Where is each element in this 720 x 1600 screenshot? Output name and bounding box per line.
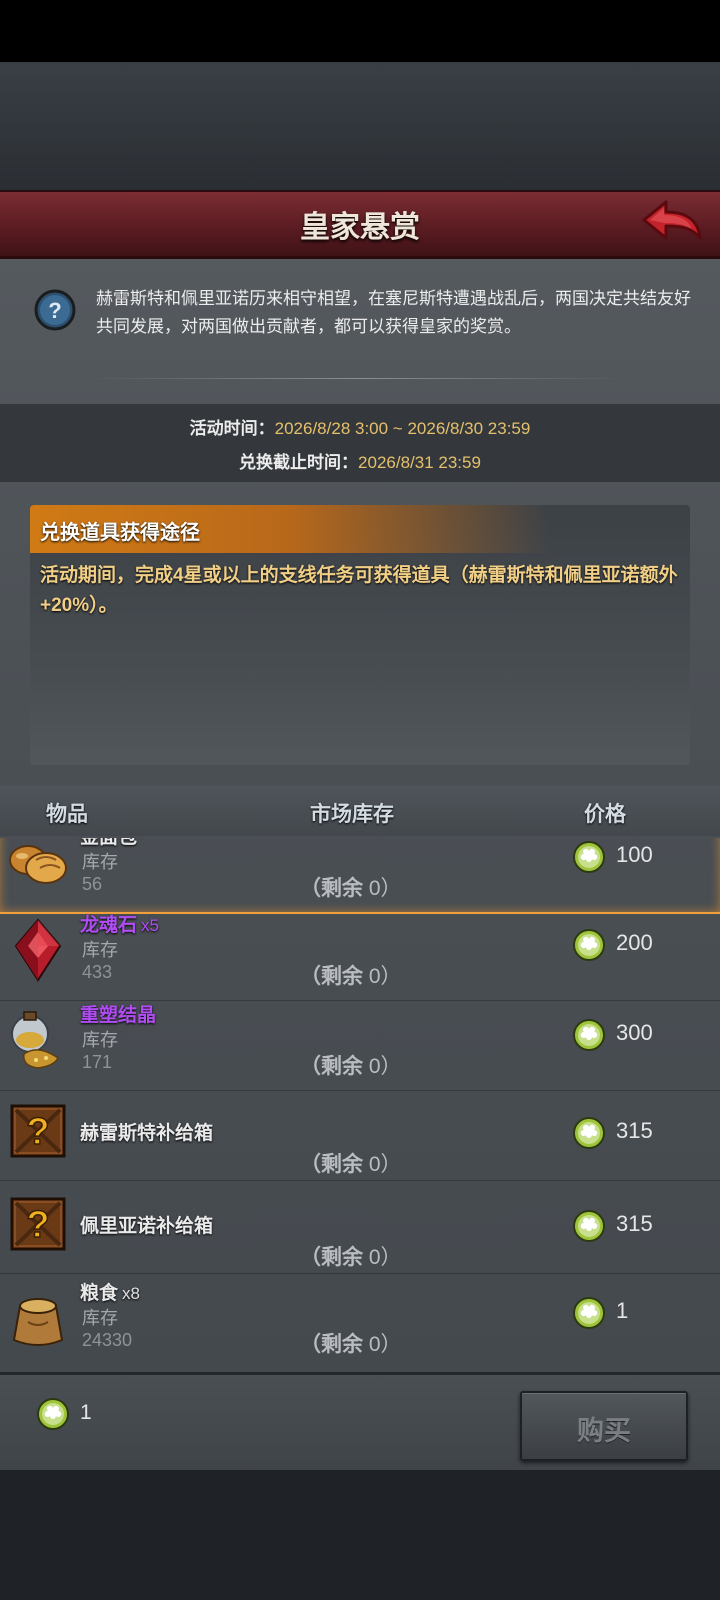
stock-value: 171	[82, 1052, 113, 1072]
svg-text:?: ?	[26, 1111, 49, 1153]
divider	[88, 378, 628, 379]
how-to-obtain-header: 兑换道具获得途径	[30, 505, 550, 553]
stock-label: 库存	[82, 940, 118, 960]
column-price: 价格	[584, 803, 626, 826]
item-price: 315	[616, 1211, 653, 1236]
stock-label: 库存	[82, 1030, 118, 1050]
page-title: 皇家悬赏	[300, 211, 420, 244]
buy-button-label: 购买	[577, 1416, 631, 1446]
stock-value: 56	[82, 874, 103, 894]
exchange-deadline-value: 2026/8/31 23:59	[358, 453, 481, 472]
status-bar-area	[0, 0, 720, 62]
list-item[interactable]: 金面包 库存 56 （剩余 0） 100	[0, 838, 720, 914]
buy-button[interactable]: 购买	[520, 1391, 688, 1461]
how-to-obtain-text: 活动期间，完成4星或以上的支线任务可获得道具（赫雷斯特和佩里亚诺额外+20%）。	[40, 565, 678, 616]
intro-section: ? 赫雷斯特和佩里亚诺历来相守相望，在塞尼斯特遭遇战乱后，两国决定共结友好共同发…	[30, 285, 691, 345]
list-item[interactable]: 粮食 x8 库存 24330 （剩余 0） 1	[0, 1278, 720, 1366]
clover-coin-icon	[573, 929, 605, 961]
column-item: 物品	[46, 803, 88, 826]
red-crystal-icon	[14, 918, 62, 982]
item-list[interactable]: 金面包 库存 56 （剩余 0） 100 龙魂石x5 库存 433 （剩余 0）…	[0, 838, 720, 1366]
list-item[interactable]: 重塑结晶 库存 171 （剩余 0） 300	[0, 1000, 720, 1091]
column-market-stock: 市场库存	[310, 803, 394, 826]
mystery-crate-icon: ?	[10, 1197, 66, 1251]
item-name: 重塑结晶	[80, 1005, 157, 1026]
bottom-background	[0, 1470, 720, 1600]
clover-coin-icon	[37, 1398, 69, 1430]
back-arrow-icon[interactable]	[636, 198, 706, 250]
list-item[interactable]: ? 赫雷斯特补给箱 （剩余 0） 315	[0, 1090, 720, 1181]
item-name: 粮食 x8	[80, 1283, 140, 1304]
table-header: 物品 市场库存 价格	[0, 786, 720, 836]
help-icon[interactable]: ?	[34, 289, 76, 331]
activity-time-label: 活动时间：	[189, 419, 275, 438]
wallet-balance: 1	[80, 1401, 92, 1424]
activity-time-value: 2026/8/28 3:00 ~ 2026/8/30 23:59	[274, 419, 531, 438]
item-price: 300	[616, 1020, 653, 1045]
list-item[interactable]: ? 佩里亚诺补给箱 （剩余 0） 315	[0, 1183, 720, 1274]
clover-coin-icon	[573, 1297, 605, 1329]
how-to-obtain-title: 兑换道具获得途径	[40, 522, 200, 544]
title-bar: 皇家悬赏	[0, 190, 720, 259]
item-name: 赫雷斯特补给箱	[80, 1123, 214, 1144]
exchange-deadline-label: 兑换截止时间：	[239, 453, 359, 472]
clover-coin-icon	[573, 841, 605, 873]
stock-label: 库存	[82, 1308, 118, 1328]
item-price: 200	[616, 930, 653, 955]
clover-coin-icon	[573, 1210, 605, 1242]
stock-label: 库存	[82, 852, 118, 872]
remaining-stock: （剩余 0）	[300, 1333, 402, 1356]
clover-coin-icon	[573, 1117, 605, 1149]
gold-dust-flask-icon	[11, 1011, 59, 1069]
item-name: 佩里亚诺补给箱	[80, 1216, 214, 1237]
remaining-stock: （剩余 0）	[300, 1153, 402, 1176]
intro-text: 赫雷斯特和佩里亚诺历来相守相望，在塞尼斯特遭遇战乱后，两国决定共结友好共同发展，…	[96, 289, 691, 336]
activity-time-row: 活动时间：2026/8/28 3:00 ~ 2026/8/30 23:59	[0, 414, 720, 439]
how-to-obtain-box: 兑换道具获得途径 活动期间，完成4星或以上的支线任务可获得道具（赫雷斯特和佩里亚…	[30, 505, 690, 765]
remaining-stock: （剩余 0）	[300, 965, 402, 988]
item-price: 1	[616, 1298, 629, 1323]
background-scene	[0, 62, 720, 192]
stock-value: 433	[82, 962, 113, 982]
svg-text:?: ?	[26, 1204, 49, 1246]
stock-value: 24330	[82, 1330, 133, 1350]
bottom-bar: 1 购买	[0, 1372, 720, 1473]
time-info: 活动时间：2026/8/28 3:00 ~ 2026/8/30 23:59 兑换…	[0, 404, 720, 482]
exchange-deadline-row: 兑换截止时间：2026/8/31 23:59	[0, 448, 720, 473]
remaining-stock: （剩余 0）	[300, 1246, 402, 1269]
clover-coin-icon	[573, 1019, 605, 1051]
item-price: 100	[616, 842, 653, 867]
grain-sack-icon	[12, 1298, 64, 1346]
svg-text:?: ?	[48, 298, 61, 323]
remaining-stock: （剩余 0）	[300, 877, 402, 900]
bread-icon	[9, 845, 67, 884]
item-price: 315	[616, 1118, 653, 1143]
mystery-crate-icon: ?	[10, 1104, 66, 1158]
item-name: 龙魂石 x5	[80, 915, 159, 936]
list-item[interactable]: 龙魂石 x5 库存 433 （剩余 0） 200	[0, 910, 720, 1001]
remaining-stock: （剩余 0）	[300, 1055, 402, 1078]
